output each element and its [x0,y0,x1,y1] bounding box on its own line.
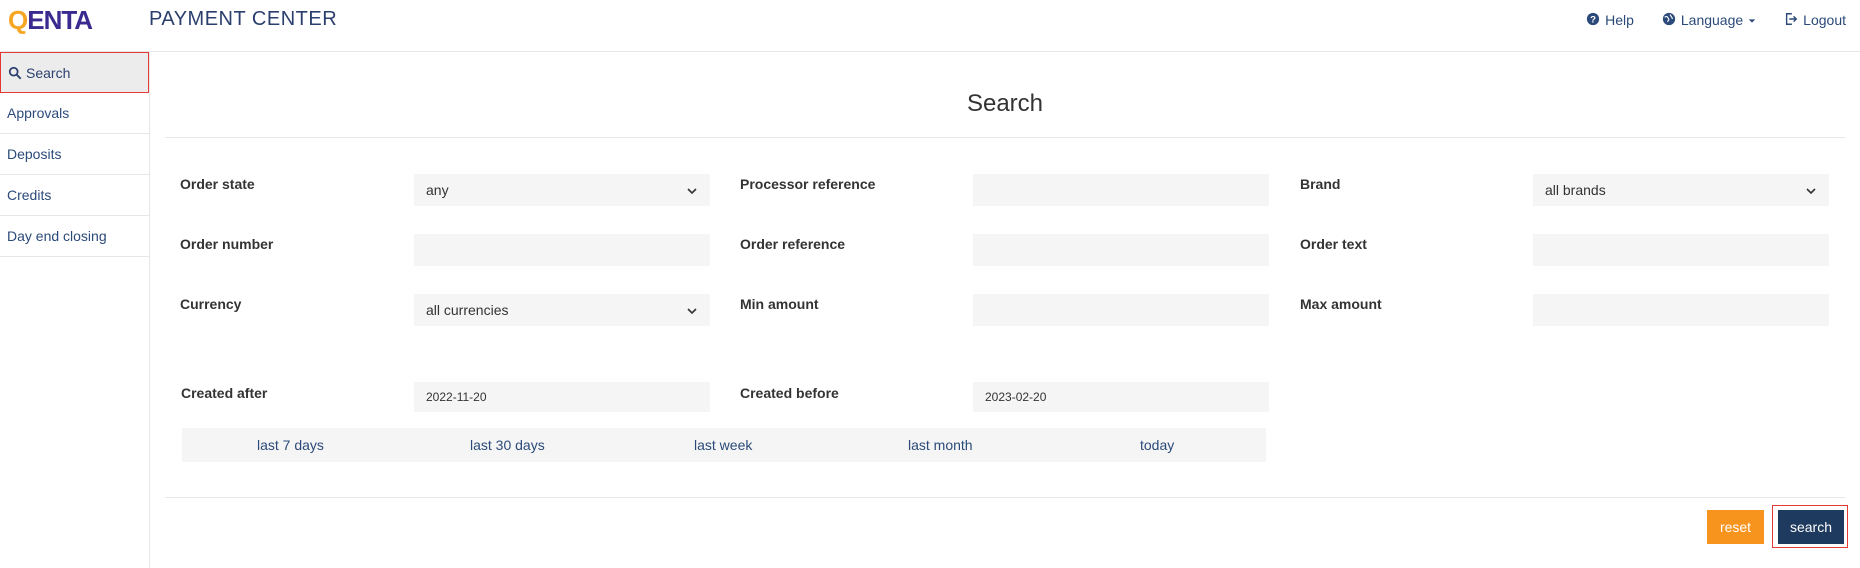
quick-range-today[interactable]: today [1140,437,1174,453]
search-button[interactable]: search [1778,510,1844,544]
brand-value: all brands [1545,182,1606,198]
created-before-input[interactable]: 2023-02-20 [973,382,1269,412]
logo-q: Q [8,4,28,35]
sidebar-item-label: Day end closing [7,228,107,244]
order-state-label: Order state [180,176,255,192]
help-link[interactable]: ? Help [1572,10,1648,30]
max-amount-input[interactable] [1533,294,1829,326]
order-reference-input[interactable] [973,234,1269,266]
sidebar-item-label: Approvals [7,105,70,121]
currency-select[interactable]: all currencies [414,294,710,326]
sidebar-item-deposits[interactable]: Deposits [0,134,149,175]
processor-reference-label: Processor reference [740,176,876,192]
globe-icon [1662,12,1676,29]
reset-button[interactable]: reset [1707,510,1764,544]
created-after-input[interactable]: 2022-11-20 [414,382,710,412]
svg-text:?: ? [1590,14,1596,25]
order-state-value: any [426,182,449,198]
brand-label: Brand [1300,176,1341,192]
language-label: Language [1680,12,1744,28]
sidebar-item-approvals[interactable]: Approvals [0,93,149,134]
processor-reference-input[interactable] [973,174,1269,206]
sidebar-item-credits[interactable]: Credits [0,175,149,216]
logout-label: Logout [1803,12,1846,28]
brand-select[interactable]: all brands [1533,174,1829,206]
question-circle-icon: ? [1586,12,1600,29]
sidebar: Search Approvals Deposits Credits Day en… [0,52,150,568]
help-label: Help [1605,12,1634,28]
divider [165,497,1845,498]
logout-link[interactable]: Logout [1770,10,1860,30]
language-dropdown[interactable]: Language [1648,10,1770,30]
search-icon [8,66,22,80]
caret-down-icon [1748,12,1756,28]
created-before-label: Created before [740,385,839,401]
created-after-label: Created after [181,385,268,401]
order-reference-label: Order reference [740,236,846,252]
divider [165,137,1845,138]
top-nav: ? Help Language Logout [1572,10,1860,30]
chevron-down-icon [1805,184,1817,196]
order-state-select[interactable]: any [414,174,710,206]
order-number-input[interactable] [414,234,710,266]
order-number-label: Order number [180,236,274,252]
max-amount-label: Max amount [1300,296,1382,312]
chevron-down-icon [686,304,698,316]
top-header: Q ENTA PAYMENT CENTER ? Help Language Log… [0,0,1860,52]
app-title: PAYMENT CENTER [149,8,338,30]
chevron-down-icon [686,184,698,196]
quick-date-range-bar: last 7 days last 30 days last week last … [182,428,1266,462]
quick-range-last-month[interactable]: last month [908,437,973,453]
qenta-logo[interactable]: Q ENTA [8,4,93,35]
sidebar-item-label: Credits [7,187,52,203]
currency-value: all currencies [426,302,509,318]
quick-range-last-7-days[interactable]: last 7 days [257,437,324,453]
page-title: Search [966,90,1044,117]
sidebar-item-search[interactable]: Search [0,52,149,93]
sidebar-item-label: Search [26,64,71,81]
sidebar-item-day-end-closing[interactable]: Day end closing [0,216,149,257]
min-amount-label: Min amount [740,296,819,312]
min-amount-input[interactable] [973,294,1269,326]
search-button-focus-ring: search [1772,505,1848,548]
logo-text: ENTA [27,4,93,35]
order-text-label: Order text [1300,236,1367,252]
order-text-input[interactable] [1533,234,1829,266]
search-panel: Search Order state any Processor referen… [150,52,1860,568]
sidebar-item-label: Deposits [7,146,62,162]
quick-range-last-30-days[interactable]: last 30 days [470,437,545,453]
currency-label: Currency [180,296,242,312]
quick-range-last-week[interactable]: last week [694,437,752,453]
sign-out-icon [1784,12,1798,29]
